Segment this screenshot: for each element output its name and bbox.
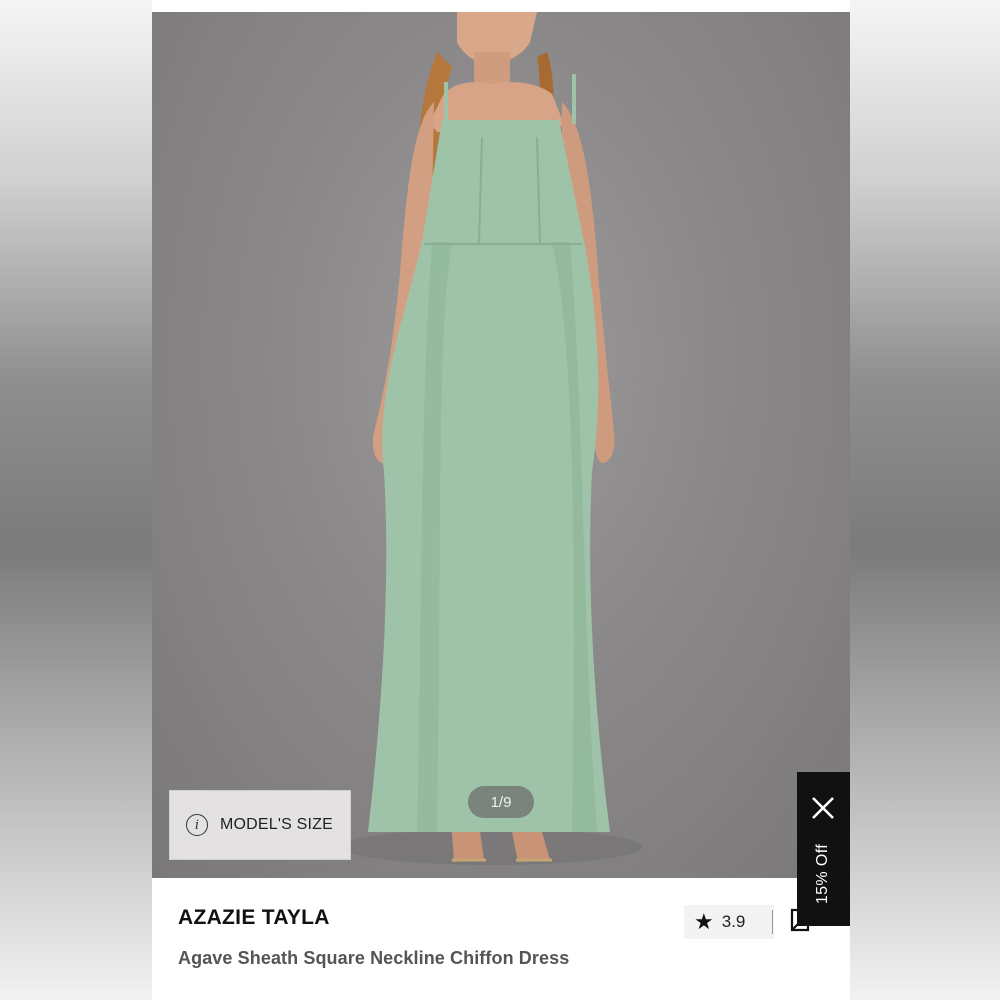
promo-discount-tab[interactable]: 15% Off: [797, 772, 850, 926]
product-photo[interactable]: i MODEL'S SIZE 1/9: [152, 12, 850, 878]
product-brand: AZAZIE TAYLA: [178, 906, 330, 929]
background-blur-right: [850, 0, 1000, 1000]
star-icon: ★: [694, 909, 714, 934]
gallery-page-indicator: 1/9: [468, 786, 534, 818]
model-illustration: [342, 12, 642, 865]
info-icon: i: [186, 814, 208, 836]
model-size-button[interactable]: i MODEL'S SIZE: [169, 790, 351, 860]
promo-label: 15% Off: [814, 843, 831, 905]
product-card: i MODEL'S SIZE 1/9 AZAZIE TAYLA Agave Sh…: [152, 0, 850, 1000]
rating-badge[interactable]: ★ 3.9: [684, 905, 774, 939]
model-size-label: MODEL'S SIZE: [220, 816, 334, 833]
product-name: Agave Sheath Square Neckline Chiffon Dre…: [178, 948, 570, 968]
divider: [772, 910, 773, 934]
rating-value: 3.9: [721, 912, 746, 931]
close-icon[interactable]: [809, 794, 837, 822]
background-blur-left: [0, 0, 152, 1000]
